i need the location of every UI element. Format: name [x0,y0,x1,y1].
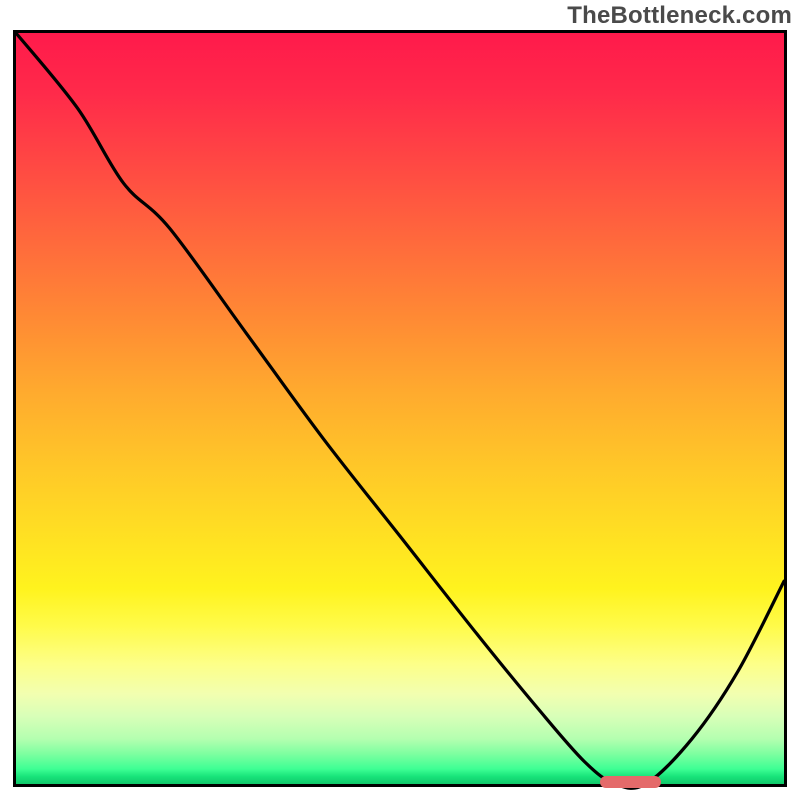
plot-area [13,30,787,787]
curve-svg [16,33,784,784]
chart-frame: TheBottleneck.com [0,0,800,800]
watermark-label: TheBottleneck.com [567,2,792,30]
bottleneck-curve [16,33,784,788]
best-range-marker [600,776,661,788]
